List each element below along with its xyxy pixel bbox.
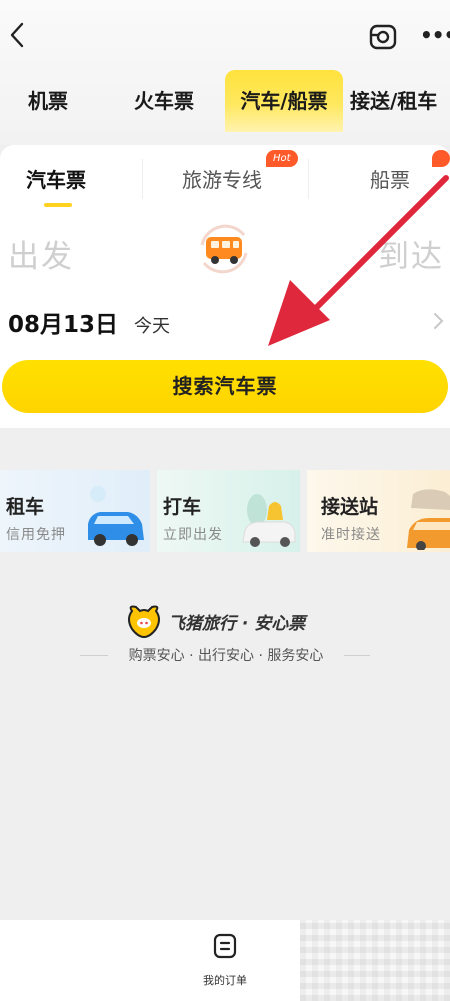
brand-banner: 飞猪旅行 · 安心票: [126, 603, 326, 639]
subtab-divider: [308, 159, 309, 199]
my-orders-button[interactable]: 我的订单: [190, 930, 260, 990]
service-name: 租车: [6, 496, 45, 518]
share-button[interactable]: [366, 20, 400, 54]
subtab-divider: [142, 159, 143, 199]
orders-label: 我的订单: [203, 974, 247, 987]
service-desc: 信用免押: [6, 527, 66, 543]
arrival-field[interactable]: 到达: [378, 231, 444, 276]
date-day-label: 今天: [134, 316, 171, 337]
share-icon: [369, 24, 397, 50]
pickup-car-icon: [407, 489, 450, 550]
subtab-bus-ticket[interactable]: 汽车票: [26, 165, 86, 195]
tab-flights[interactable]: 机票: [10, 70, 86, 132]
service-name: 接送站: [321, 496, 379, 518]
tab-bus-ship[interactable]: 汽车/船票: [225, 70, 343, 132]
search-card: 汽车票 旅游专线 Hot 船票 出发 到达 08月13日 今天 搜索汽车票: [0, 145, 450, 428]
more-button[interactable]: •••: [420, 18, 450, 52]
brand-name: 飞猪旅行 · 安心票: [168, 614, 306, 634]
more-dots-icon: •••: [420, 23, 450, 47]
service-desc: 立即出发: [163, 527, 223, 543]
search-bus-ticket-button[interactable]: 搜索汽车票: [2, 360, 448, 413]
service-car-rental[interactable]: 租车 信用免押: [0, 470, 150, 552]
orders-icon: [213, 933, 237, 959]
slogan-divider-left: [80, 655, 108, 656]
slogan-divider-right: [344, 655, 370, 656]
service-taxi[interactable]: 打车 立即出发: [157, 470, 300, 552]
bus-swap-icon[interactable]: [188, 213, 260, 285]
date-selector[interactable]: 08月13日 今天: [8, 305, 171, 338]
active-subtab-indicator: [44, 203, 72, 207]
hot-badge: Hot: [266, 150, 298, 167]
departure-field[interactable]: 出发: [8, 231, 74, 276]
service-name: 打车: [163, 496, 202, 518]
top-header: ••• 机票 火车票 汽车/船票 接送/租车: [0, 0, 450, 145]
fliggy-logo-icon: [128, 605, 160, 639]
date-value: 08月13日: [8, 312, 119, 338]
subtab-ship-ticket[interactable]: 船票: [370, 165, 410, 195]
pixelated-area: [300, 920, 450, 1001]
subtab-tour-line[interactable]: 旅游专线: [182, 165, 262, 195]
service-pickup[interactable]: 接送站 准时接送: [307, 470, 450, 552]
main-tab-bar: 机票 火车票 汽车/船票 接送/租车: [0, 70, 450, 132]
tab-transfer-rental[interactable]: 接送/租车: [350, 70, 450, 132]
service-row: 租车 信用免押 打车 立即出发 接送站 准时接送: [0, 470, 450, 552]
bottom-bar: 我的订单: [0, 920, 450, 1001]
back-button[interactable]: [0, 18, 34, 52]
hot-badge-partial: [432, 150, 450, 167]
brand-slogan: 购票安心 · 出行安心 · 服务安心: [128, 648, 324, 664]
service-desc: 准时接送: [321, 527, 381, 543]
chevron-left-icon: [10, 22, 24, 48]
chevron-right-icon: [434, 313, 444, 329]
tab-trains[interactable]: 火车票: [124, 70, 204, 132]
blue-car-icon: [88, 486, 144, 546]
taxi-icon: [242, 494, 296, 547]
